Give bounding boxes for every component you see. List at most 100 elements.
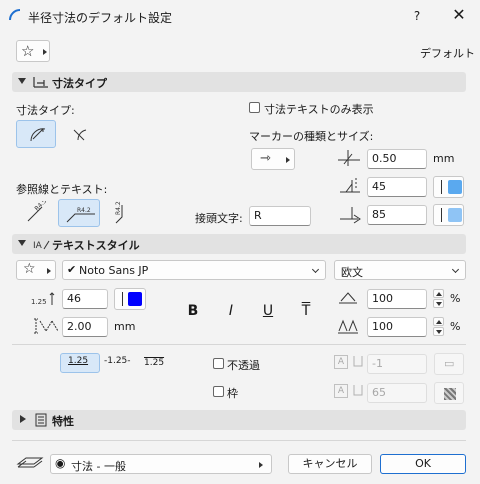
ref-text-label: 参照線とテキスト: [16,183,108,196]
layer-select[interactable]: ◉ 寸法 - 一般 [50,454,272,474]
dropdown-arrow-icon [47,268,51,274]
line-spacing-input[interactable]: 2.00 [62,317,108,337]
frame-pen-input: 65 [367,383,427,403]
text-only-checkbox[interactable] [249,102,260,113]
ref-style-3-button[interactable]: R4.2 [106,199,132,227]
ok-button[interactable]: OK [380,454,466,474]
color-swatch [448,208,462,222]
text-pos-label: -1.25- [104,356,131,366]
layer-icon [16,457,44,468]
dim-line-pen-icon [340,207,361,224]
pen-icon [353,385,363,396]
script-name: 欧文 [341,266,363,279]
section-title: 特性 [52,415,74,428]
ref-style-2-button[interactable]: R4.2 [58,199,100,227]
text-pos-label: 1.25 [144,358,165,368]
ref-style-horizontal-icon: R4.2 [66,207,95,223]
opaque-label: 不透過 [227,359,260,372]
text-position-inline-button[interactable]: -1.25- [102,353,138,373]
svg-text:1.25: 1.25 [31,298,47,306]
frame-pen-icon: A [334,384,348,398]
ref-style-diagonal-icon: R4.5 [27,201,48,222]
radial-edge-icon [73,129,87,141]
script-select[interactable]: 欧文 [334,260,466,280]
dim-line-color-button[interactable] [433,204,464,226]
font-select[interactable]: ✔ Noto Sans JP [62,260,326,280]
ref-style-vertical-icon: R4.2 [115,201,123,224]
text-favorites-button[interactable]: ☆ [16,260,56,280]
font-name: Noto Sans JP [79,264,149,277]
marker-unit: mm [433,152,455,165]
strikethrough-button[interactable]: T [295,300,317,322]
collapse-arrow-icon [18,240,26,246]
bg-pen-input: -1 [367,354,427,374]
section-text-style[interactable]: IA テキストスタイル [12,234,466,254]
svg-text:R4.2: R4.2 [77,207,91,214]
text-width-input[interactable]: 100 [367,289,427,309]
prefix-input[interactable]: R [249,206,311,226]
bg-pen-icon: A [334,355,348,369]
opaque-checkbox[interactable] [213,358,224,369]
cancel-button[interactable]: キャンセル [288,454,372,474]
radial-type-center-button[interactable] [16,120,56,148]
line-spacing-icon [34,318,59,334]
expand-arrow-icon [20,415,26,423]
text-color-button[interactable] [114,288,146,310]
window-title: 半径寸法のデフォルト設定 [28,11,173,25]
marker-size-input[interactable]: 0.50 [367,149,427,169]
swatch-divider [122,292,123,306]
char-spacing-input[interactable]: 100 [367,317,427,337]
italic-button[interactable]: I [220,300,242,322]
radial-type-edge-button[interactable] [62,120,94,148]
frame-checkbox[interactable] [213,386,224,397]
eye-icon: ◉ [55,456,66,470]
text-pos-label: 1.25 [68,356,89,366]
section-dimension-type[interactable]: 寸法タイプ [12,72,466,92]
text-width-stepper[interactable] [433,289,444,309]
chevron-down-icon [311,265,320,274]
marker-label: マーカーの種類とサイズ: [249,130,374,143]
divider [12,440,466,441]
marker-color-button[interactable] [433,176,464,198]
bold-button[interactable]: B [182,300,204,322]
char-spacing-unit: % [450,320,461,333]
dropdown-arrow-icon [43,49,47,55]
font-size-input[interactable]: 46 [62,289,108,309]
section-title: テキストスタイル [52,239,140,252]
monitor-icon: ▭ [444,357,455,370]
font-size-icon: 1.25 [31,292,55,306]
swatch-divider [441,180,442,194]
section-title: 寸法タイプ [52,77,107,90]
help-button[interactable]: ? [400,4,434,28]
text-width-unit: % [450,292,461,305]
svg-text:R4.5: R4.5 [33,201,48,212]
title-bar: 半径寸法のデフォルト設定 ? ✕ [0,0,480,34]
marker-angle-icon [340,178,360,193]
divider [12,344,466,345]
marker-pen-input[interactable]: 45 [367,177,427,197]
underline-button[interactable]: U [257,300,279,322]
radial-center-icon [30,128,46,142]
close-button[interactable]: ✕ [444,4,474,28]
favorites-button[interactable]: ☆ [16,40,50,62]
frame-fill-button [434,382,464,404]
star-icon: ☆ [21,42,35,60]
line-spacing-unit: mm [114,320,136,333]
layer-name: 寸法 - 一般 [71,460,126,473]
char-spacing-stepper[interactable] [433,317,444,337]
color-swatch [128,292,142,306]
dropdown-arrow-icon [259,462,263,468]
check-icon: ✔ [67,263,77,276]
ref-style-1-button[interactable]: R4.5 [20,199,52,227]
text-position-below-button[interactable]: 1.25 [140,353,176,373]
default-label: デフォルト [420,47,475,60]
dimension-type-icon [33,77,48,88]
frame-label: 枠 [227,387,238,400]
dim-type-label: 寸法タイプ: [16,104,75,117]
section-properties[interactable]: 特性 [12,410,466,430]
dropdown-arrow-icon [286,157,290,163]
dim-line-pen-input[interactable]: 85 [367,205,427,225]
svg-text:IA: IA [33,241,43,251]
text-position-above-button[interactable]: 1.25 [60,353,100,373]
marker-type-button[interactable]: ⇾ [251,148,295,170]
